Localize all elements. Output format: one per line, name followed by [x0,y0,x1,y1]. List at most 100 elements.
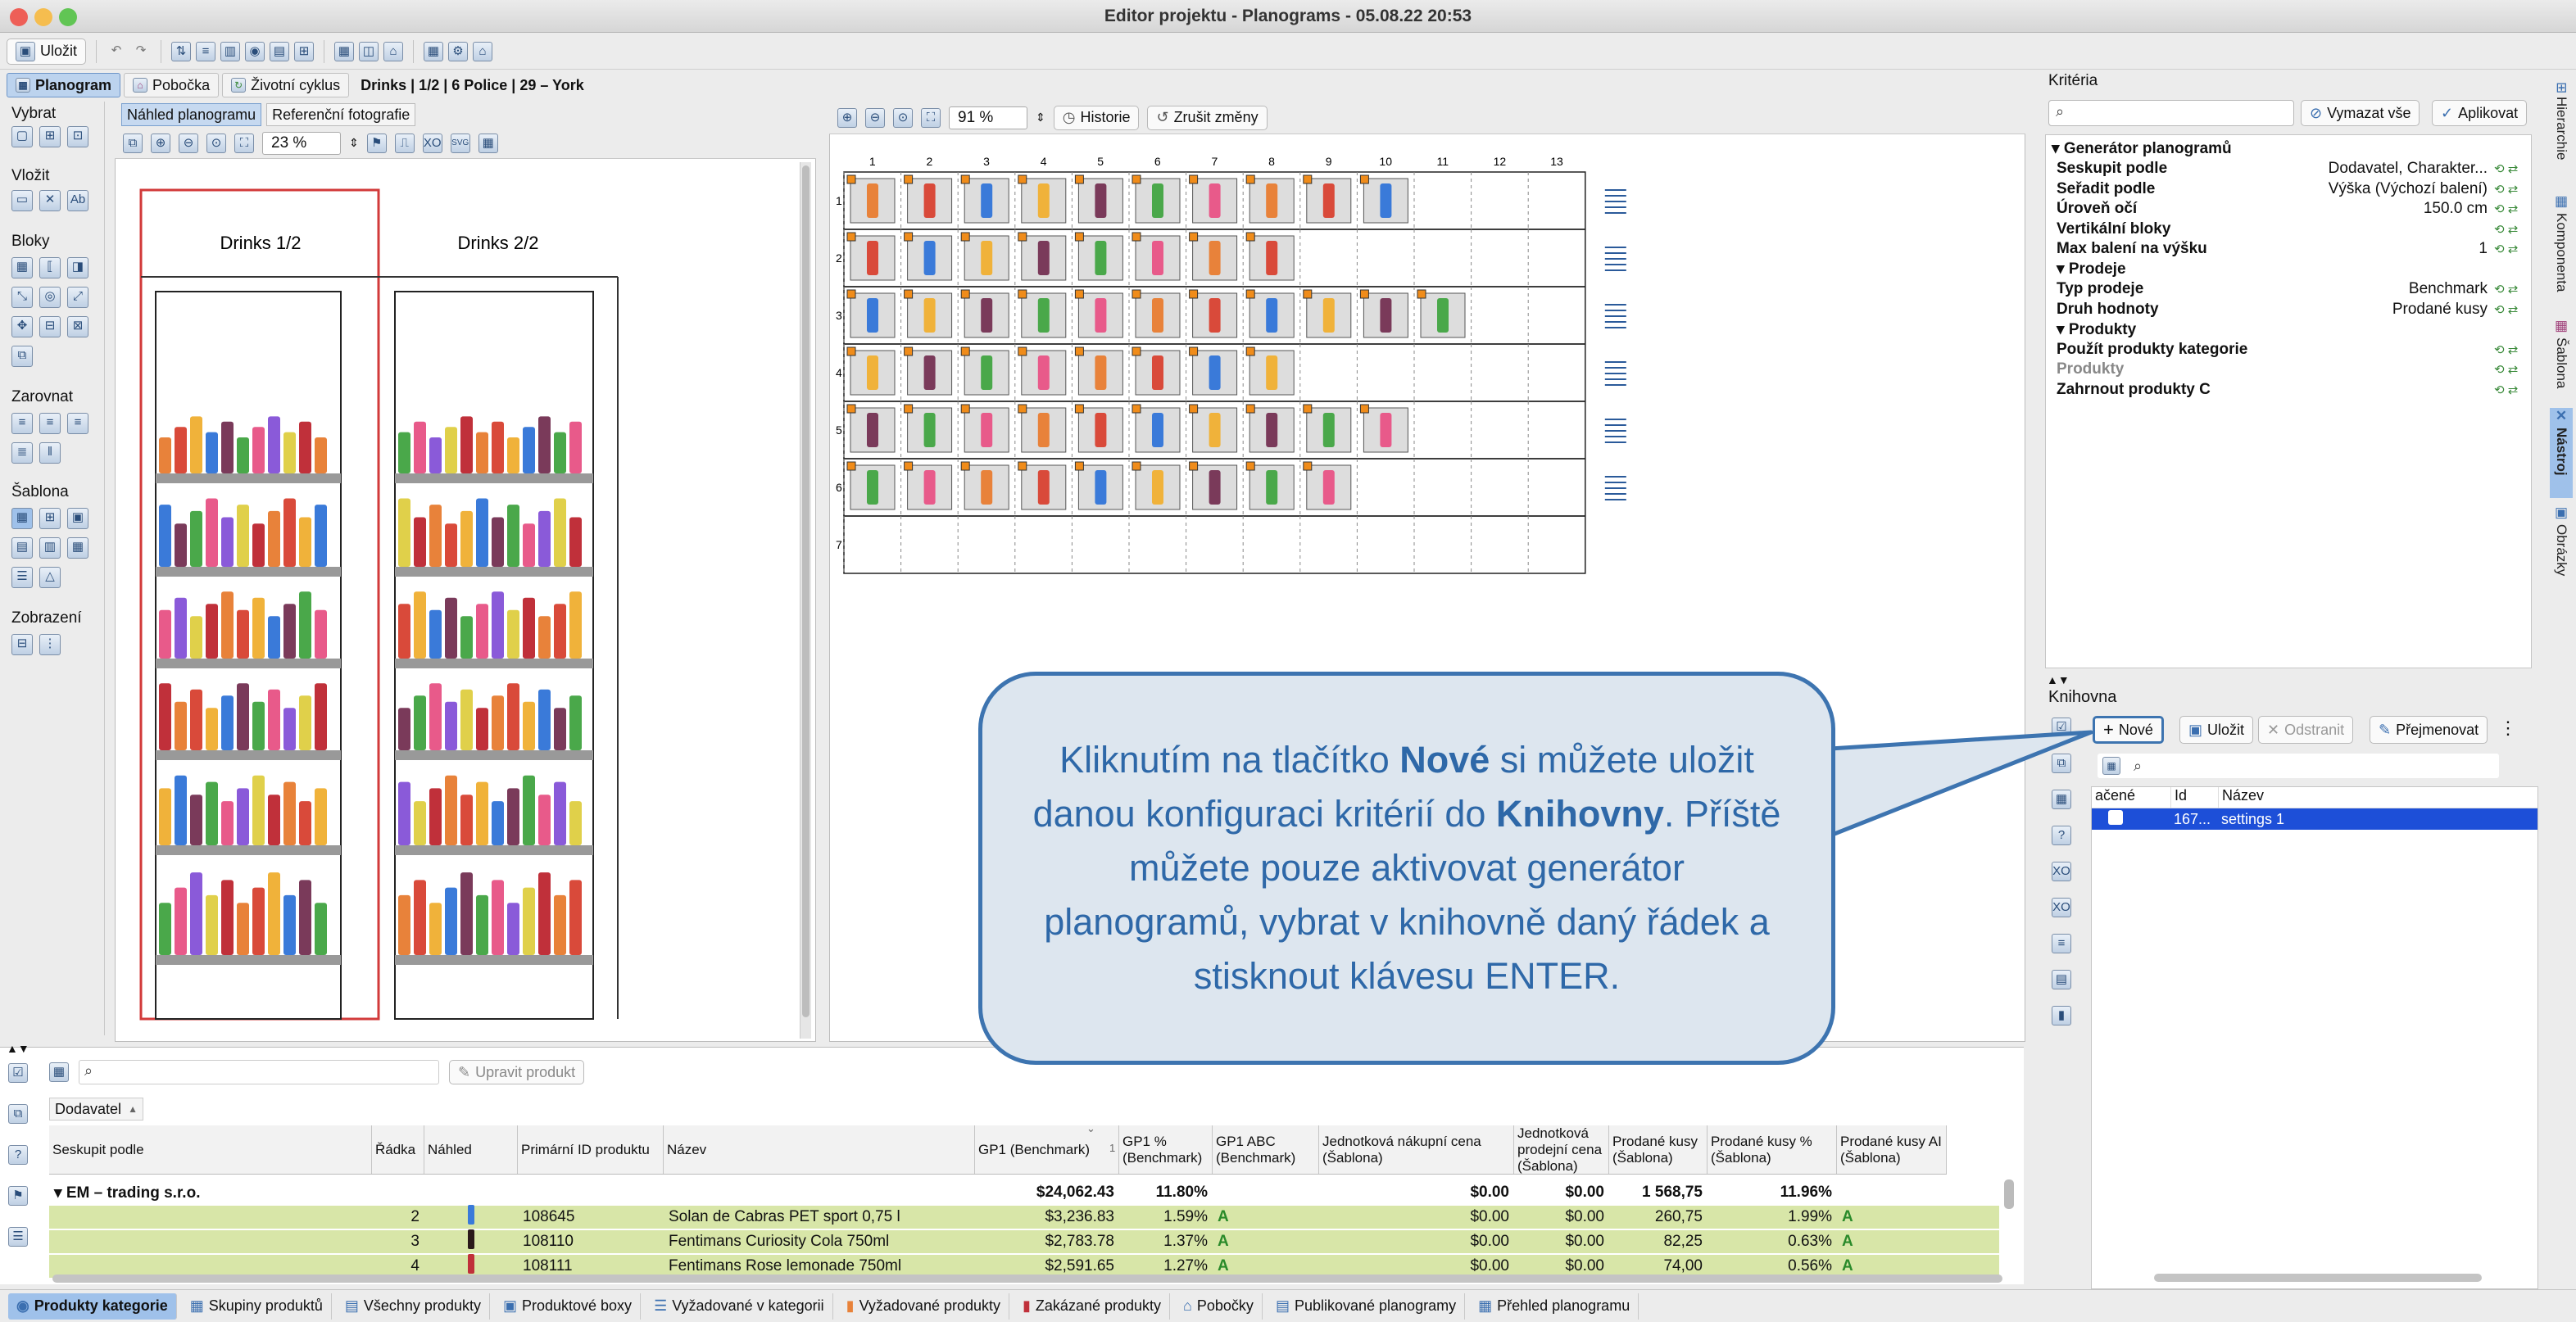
product-facing[interactable] [507,609,519,659]
zoom-window-button[interactable] [59,8,77,26]
column-header[interactable]: GP1 % (Benchmark) [1119,1125,1213,1174]
product-facing[interactable] [492,517,504,567]
product-handle[interactable] [1074,289,1084,299]
product-facing[interactable] [554,781,566,845]
grid-x-icon[interactable]: ⊞ [294,41,315,61]
column-header[interactable]: Jednotková nákupní cena (Šablona) [1319,1125,1514,1174]
reset-icon[interactable]: ⟲ ⇄ [2494,201,2518,216]
column-header[interactable]: Primární ID produktu [518,1125,664,1174]
product-facing[interactable] [221,591,234,659]
product-facing[interactable] [237,437,249,473]
shelf[interactable] [395,845,593,855]
product-handle[interactable] [1018,404,1027,414]
criteria-row[interactable]: Max balení na výšku 1 ⟲ ⇄ [2057,239,2527,259]
shelf[interactable] [156,473,341,483]
product-facing[interactable] [538,689,551,750]
product-facing[interactable] [523,427,535,473]
product-facing[interactable] [299,591,311,659]
shelf[interactable] [156,955,341,965]
product-handle[interactable] [1132,461,1141,471]
shelf[interactable] [156,750,341,760]
product-handle[interactable] [846,404,856,414]
product-facing[interactable] [429,903,442,955]
product-facing[interactable] [299,801,311,845]
product-handle[interactable] [1189,461,1199,471]
product-handle[interactable] [1359,289,1369,299]
reset-icon[interactable]: ⟲ ⇄ [2494,302,2518,317]
product-facing[interactable] [476,498,488,567]
product-facing[interactable] [175,775,187,845]
product-facing[interactable] [429,788,442,845]
shelf[interactable] [395,567,593,577]
product-handle[interactable] [1245,232,1255,242]
clear-all-button[interactable]: ⊘ Vymazat vše [2301,100,2420,126]
shelf[interactable] [395,473,593,483]
bottom-tab-3[interactable]: ▣ Produktové boxy [495,1293,642,1320]
product-facing[interactable] [283,604,296,659]
product-handle[interactable] [846,461,856,471]
criteria-value[interactable]: Prodané kusy [2291,301,2488,319]
select-multi-icon[interactable]: ⊡ [67,126,88,147]
product-facing[interactable] [221,880,234,955]
product-facing[interactable] [252,701,265,750]
product-handle[interactable] [1189,404,1199,414]
planogram-icon[interactable]: ▦ [334,41,355,61]
product-handle[interactable] [1132,174,1141,184]
product-facing[interactable] [445,887,457,955]
product-handle[interactable] [1245,346,1255,356]
side-tab-hierarchie[interactable]: ⊞ Hierarchie [2550,82,2573,188]
tab-pobocka[interactable]: ⌂ Pobočka [124,73,220,97]
bottom-tab-5[interactable]: ▮ Vyžadované produkty [838,1293,1010,1320]
align-left-icon[interactable]: ≡ [11,413,33,434]
criteria-value[interactable]: Benchmark [2291,280,2488,298]
side-tab-obrazky[interactable]: ▣ Obrázky [2550,505,2573,595]
check-list-icon[interactable]: ☑ [8,1063,28,1083]
new-button[interactable]: + Nové [2093,716,2164,744]
product-facing[interactable] [429,683,442,750]
product-facing[interactable] [569,880,582,955]
product-facing[interactable] [460,872,473,955]
product-facing[interactable] [476,604,488,659]
product-handle[interactable] [960,232,970,242]
product-facing[interactable] [252,887,265,955]
product-facing[interactable] [460,510,473,567]
undo-changes-button[interactable]: ↺ Zrušit změny [1147,105,1268,130]
product-handle[interactable] [1245,404,1255,414]
bottom-tab-8[interactable]: ▤ Publikované planogramy [1268,1293,1466,1320]
product-handle[interactable] [1074,461,1084,471]
column-header[interactable]: Prodané kusy (Šablona) [1609,1125,1708,1174]
xo-orange-icon[interactable]: XO [2052,898,2071,917]
block-expand-icon[interactable]: ⤢ [67,287,88,308]
product-facing[interactable] [538,416,551,473]
product-facing[interactable] [523,775,535,845]
product-facing[interactable] [268,416,280,473]
product-handle[interactable] [1359,404,1369,414]
store-icon[interactable]: ⌂ [383,41,404,61]
product-facing[interactable] [190,510,202,567]
product-facing[interactable] [315,609,327,659]
product-facing[interactable] [268,616,280,659]
product-facing[interactable] [398,498,410,567]
list-icon[interactable]: ☰ [8,1227,28,1247]
product-handle[interactable] [960,289,970,299]
product-facing[interactable] [445,597,457,659]
chart-icon[interactable]: ⎍ [394,133,415,153]
preview-scrollbar[interactable] [800,162,811,1039]
zoom-fit-icon[interactable]: ⛶ [234,133,254,153]
product-facing[interactable] [268,795,280,845]
block-layers-icon[interactable]: ⧉ [11,346,33,367]
shelf-view-icon[interactable]: ▤ [270,41,290,61]
criteria-row[interactable]: Druh hodnoty Prodané kusy ⟲ ⇄ [2057,300,2527,319]
product-facing[interactable] [190,795,202,845]
table-settings-icon[interactable]: ▦ [2102,757,2120,775]
product-facing[interactable] [252,523,265,567]
align-center-icon[interactable]: ≡ [39,413,61,434]
product-handle[interactable] [846,232,856,242]
reset-icon[interactable]: ⟲ ⇄ [2494,161,2518,176]
criteria-row[interactable]: Produkty ⟲ ⇄ [2057,360,2527,379]
product-handle[interactable] [960,404,970,414]
product-facing[interactable] [538,795,551,845]
product-facing[interactable] [398,894,410,955]
template-columns-icon[interactable]: ▥ [39,537,61,559]
product-handle[interactable] [960,346,970,356]
